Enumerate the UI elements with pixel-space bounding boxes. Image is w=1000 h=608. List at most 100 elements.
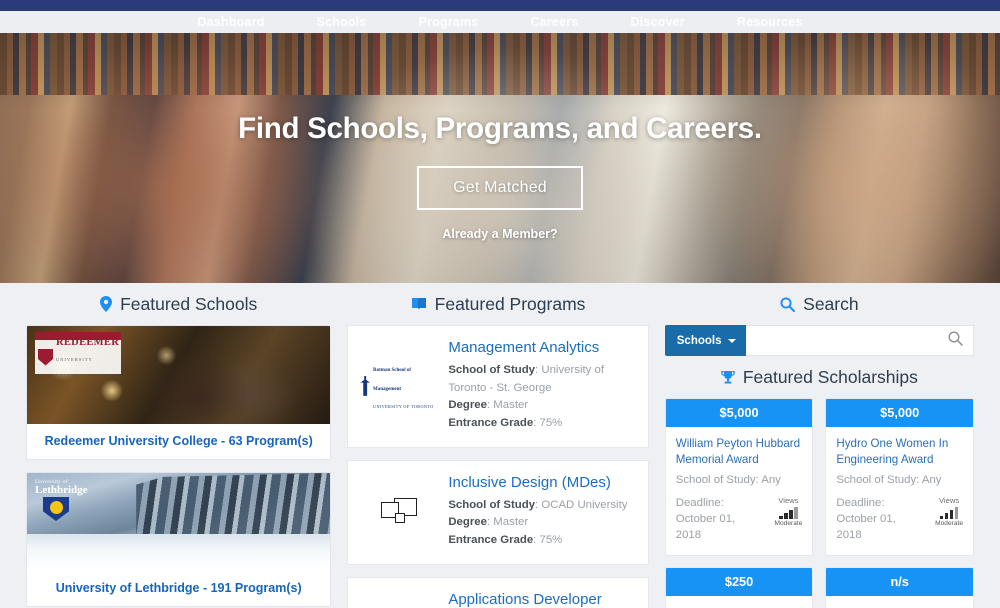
program-degree: Degree: Master bbox=[448, 399, 529, 412]
lethbridge-logo-line2: Lethbridge bbox=[35, 484, 88, 496]
value-school-of-study: OCAD University bbox=[541, 498, 628, 511]
book-icon bbox=[411, 297, 427, 311]
school-card-redeemer[interactable]: REDEEMER UNIVERSITY COLLEGE Redeemer Uni… bbox=[26, 325, 332, 460]
search-input[interactable] bbox=[756, 333, 948, 348]
school-image-redeemer: REDEEMER UNIVERSITY COLLEGE bbox=[27, 326, 331, 424]
trios-college-logo: triOSCOLLEGE bbox=[360, 591, 438, 608]
scholarship-deadline: Deadline: October 01, 2018 bbox=[675, 497, 736, 542]
featured-scholarships-title: Featured Scholarships bbox=[742, 366, 918, 387]
label-entrance-grade: Entrance Grade bbox=[448, 534, 534, 547]
scholarship-school-of-study: School of Study: Any bbox=[675, 474, 781, 487]
program-entrance-grade: Entrance Grade: 75% bbox=[448, 534, 563, 547]
rotman-school-of-management-logo: Rotman School of Management UNIVERSITY O… bbox=[360, 339, 438, 433]
views-level: Moderate bbox=[774, 520, 803, 528]
featured-schools-heading: Featured Schools bbox=[26, 283, 331, 325]
scholarship-amount: $5,000 bbox=[826, 399, 973, 427]
scholarship-card-250[interactable]: $250 bbox=[664, 567, 814, 608]
nav-item-discover[interactable]: Discover bbox=[604, 11, 710, 33]
views-level: Moderate bbox=[935, 520, 963, 528]
label-school-of-study: School of Study bbox=[448, 498, 536, 511]
search-category-value: Schools bbox=[676, 334, 722, 347]
scholarship-views-indicator: Views Moderate bbox=[775, 496, 803, 527]
redeemer-crest-icon bbox=[38, 348, 53, 366]
scholarship-card-ns[interactable]: n/s bbox=[825, 567, 974, 608]
scholarship-title[interactable]: William Peyton Hubbard Memorial Award bbox=[676, 436, 803, 467]
rotman-logo-line1: Rotman School of Management bbox=[373, 368, 412, 392]
nav-item-programs[interactable]: Programs bbox=[393, 11, 505, 33]
program-card-inclusive-design[interactable]: Inclusive Design (MDes) School of Study:… bbox=[347, 459, 649, 565]
school-caption-redeemer[interactable]: Redeemer University College - 63 Program… bbox=[27, 424, 330, 459]
value-entrance-grade: 75% bbox=[539, 534, 563, 547]
views-label: Views bbox=[939, 496, 960, 506]
chevron-down-icon bbox=[728, 338, 737, 343]
label-degree: Degree bbox=[448, 399, 487, 412]
already-a-member-link[interactable]: Already a Member? bbox=[442, 227, 557, 241]
main-navigation[interactable]: Dashboard Schools Programs Careers Disco… bbox=[0, 11, 1000, 33]
scholarship-grid: $5,000 William Peyton Hubbard Memorial A… bbox=[664, 398, 974, 608]
scholarship-card-hydro-one-women-in-engineering[interactable]: $5,000 Hydro One Women In Engineering Aw… bbox=[825, 398, 974, 557]
get-matched-button[interactable]: Get Matched bbox=[417, 166, 583, 210]
featured-programs-heading: Featured Programs bbox=[347, 283, 648, 325]
value-degree: Master bbox=[493, 399, 529, 412]
top-accent-bar bbox=[0, 0, 1000, 11]
value-entrance-grade: 75% bbox=[539, 417, 563, 430]
featured-schools-column: Featured Schools REDEEMER UNIVERSITY COL… bbox=[18, 283, 339, 608]
lethbridge-logo: University of Lethbridge bbox=[35, 479, 121, 521]
rotman-logo-line2: UNIVERSITY OF TORONTO bbox=[373, 404, 434, 410]
label-degree: Degree bbox=[448, 516, 487, 529]
lethbridge-snow-decor bbox=[27, 533, 331, 571]
views-label: Views bbox=[778, 496, 799, 506]
scholarship-card-william-peyton-hubbard[interactable]: $5,000 William Peyton Hubbard Memorial A… bbox=[664, 398, 814, 557]
ocad-windows-icon bbox=[381, 497, 418, 526]
program-degree: Degree: Master bbox=[448, 516, 529, 529]
program-school-of-study: School of Study: OCAD University bbox=[448, 498, 628, 511]
nav-item-careers[interactable]: Careers bbox=[504, 11, 604, 33]
program-title-inclusive-design[interactable]: Inclusive Design (MDes) bbox=[448, 474, 633, 491]
hero-banner: Find Schools, Programs, and Careers. Get… bbox=[0, 33, 1000, 283]
ocad-university-logo bbox=[360, 474, 438, 550]
label-school-of-study: School of Study bbox=[448, 364, 536, 376]
search-bar[interactable]: Schools bbox=[664, 325, 974, 356]
search-title: Search bbox=[803, 293, 859, 314]
redeemer-logo: REDEEMER UNIVERSITY COLLEGE bbox=[35, 332, 121, 378]
scholarship-amount: n/s bbox=[826, 568, 973, 597]
map-pin-icon bbox=[100, 296, 113, 312]
main-content: Featured Schools REDEEMER UNIVERSITY COL… bbox=[0, 283, 1000, 608]
nav-item-dashboard[interactable]: Dashboard bbox=[171, 11, 290, 33]
search-and-scholarships-column: Search Schools Featured Scholarships $5,… bbox=[657, 283, 982, 608]
school-image-lethbridge: University of Lethbridge bbox=[27, 473, 331, 571]
label-entrance-grade: Entrance Grade bbox=[448, 417, 534, 430]
featured-schools-title: Featured Schools bbox=[120, 293, 258, 314]
scholarship-title[interactable]: Hydro One Women In Engineering Award bbox=[836, 436, 963, 467]
search-category-dropdown[interactable]: Schools bbox=[664, 325, 747, 356]
program-card-applications-developer[interactable]: triOSCOLLEGE Applications Developer Scho… bbox=[347, 576, 649, 608]
school-caption-lethbridge[interactable]: University of Lethbridge - 191 Program(s… bbox=[27, 571, 330, 606]
lethbridge-shield-icon bbox=[43, 497, 69, 521]
featured-programs-title: Featured Programs bbox=[434, 293, 586, 314]
rotman-mark-icon bbox=[360, 375, 371, 396]
nav-item-schools[interactable]: Schools bbox=[290, 11, 392, 33]
scholarship-views-indicator: Views Moderate bbox=[935, 496, 963, 527]
value-degree: Master bbox=[493, 516, 529, 529]
redeemer-logo-name: REDEEMER bbox=[56, 337, 120, 348]
search-input-wrapper[interactable] bbox=[746, 325, 974, 356]
redeemer-logo-sub: UNIVERSITY COLLEGE bbox=[56, 357, 93, 378]
search-heading: Search bbox=[665, 283, 974, 325]
program-card-management-analytics[interactable]: Rotman School of Management UNIVERSITY O… bbox=[347, 325, 649, 448]
search-submit-icon[interactable] bbox=[948, 331, 963, 351]
scholarship-amount: $250 bbox=[665, 568, 813, 597]
lethbridge-building-decor bbox=[136, 473, 331, 538]
program-entrance-grade: Entrance Grade: 75% bbox=[448, 417, 563, 430]
program-school-of-study: School of Study: University of Toronto -… bbox=[448, 364, 605, 394]
featured-scholarships-heading: Featured Scholarships bbox=[665, 356, 974, 398]
views-bar-chart-icon bbox=[935, 506, 963, 520]
featured-programs-column: Featured Programs Rotman School of Manag… bbox=[339, 283, 656, 608]
hero-title: Find Schools, Programs, and Careers. bbox=[238, 112, 762, 145]
scholarship-deadline: Deadline: October 01, 2018 bbox=[836, 497, 896, 542]
school-card-lethbridge[interactable]: University of Lethbridge University of L… bbox=[26, 472, 332, 607]
scholarship-amount: $5,000 bbox=[665, 399, 813, 427]
program-title-applications-developer[interactable]: Applications Developer bbox=[448, 591, 633, 608]
scholarship-school-of-study: School of Study: Any bbox=[836, 474, 942, 487]
program-title-management-analytics[interactable]: Management Analytics bbox=[448, 339, 633, 356]
nav-item-resources[interactable]: Resources bbox=[711, 11, 829, 33]
